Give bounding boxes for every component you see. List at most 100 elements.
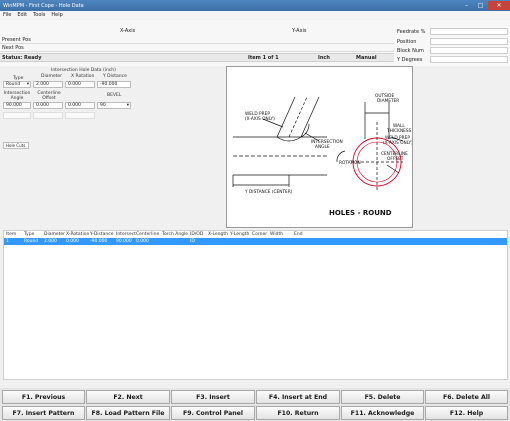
wall-thickness-label: WALL THICKNESS	[386, 123, 412, 134]
f5-delete-button[interactable]: F5. Delete	[341, 390, 424, 404]
intersection-angle-value: 90.000	[6, 103, 22, 108]
window-title: WinMPM - First Cope - Hole Data	[3, 2, 84, 9]
x-rotation-label: X Rotation	[71, 74, 95, 79]
y-distance-label: Y Distance	[103, 74, 127, 79]
centerline-offset-drawing-label: CENTERLINE OFFSET	[381, 151, 408, 162]
table-header: Item Type Diameter X-Rotation Y-Distance Inte…	[4, 231, 507, 238]
position-label: Position	[397, 39, 417, 45]
status-text: Status: Ready	[2, 55, 42, 61]
bevel-select[interactable]: 90 ▾	[97, 102, 131, 109]
table-cell: Round	[24, 239, 39, 244]
f10-return-button[interactable]: F10. Return	[256, 406, 340, 420]
type-select[interactable]: Round ▾	[3, 81, 31, 88]
hole-data-panel: Intersection Hole Data (inch) Type Diame…	[3, 66, 223, 226]
f12-help-button[interactable]: F12. Help	[425, 406, 508, 420]
menu-bar: File Edit Tools Help	[0, 11, 510, 19]
faded-input-1	[3, 112, 31, 119]
diameter-input[interactable]: 2.000	[33, 81, 63, 88]
window-controls: – □ ✕	[459, 0, 510, 11]
y-distance-value: -90.000	[100, 82, 118, 87]
column-header[interactable]: Diameter	[44, 232, 65, 237]
column-header[interactable]: Y-Length	[230, 232, 249, 237]
intersection-angle-drawing-label: INTERSECTION ANGLE	[311, 139, 343, 150]
column-header[interactable]: ID/OD	[190, 232, 203, 237]
group-title: Intersection Hole Data (inch)	[51, 68, 116, 73]
x-rotation-input[interactable]: 0.000	[65, 81, 95, 88]
f3-insert-button[interactable]: F3. Insert	[171, 390, 255, 404]
position-field	[430, 38, 508, 45]
present-pos-row: Present Pos	[0, 36, 394, 44]
hole-cuts-label: Hole Cuts	[6, 143, 26, 148]
column-header[interactable]: Y-Distance	[90, 232, 114, 237]
diameter-value: 2.000	[36, 82, 49, 87]
next-pos-label: Next Pos	[2, 45, 24, 51]
feedrate-field	[430, 28, 508, 35]
f1-previous-button[interactable]: F1. Previous	[2, 390, 85, 404]
status-bar: Status: Ready Item 1 of 1 Inch Manual	[0, 53, 394, 62]
table-cell: 0.000	[66, 239, 79, 244]
present-pos-label: Present Pos	[2, 37, 31, 43]
column-header[interactable]: End	[294, 232, 303, 237]
block-num-label: Block Num	[397, 48, 424, 54]
menu-edit[interactable]: Edit	[17, 12, 27, 18]
bevel-value: 90	[100, 103, 106, 108]
menu-help[interactable]: Help	[51, 12, 62, 18]
hole-diagram: WELD PREP (X-AXIS ONLY) INTERSECTION ANGLE…	[226, 66, 413, 228]
table-row[interactable]: 1 Round 2.000 0.000 -90.000 90.000 0.000 ID	[4, 238, 507, 245]
intersection-angle-input[interactable]: 90.000	[3, 102, 31, 109]
f9-control-panel-button[interactable]: F9. Control Panel	[171, 406, 255, 420]
chevron-down-icon: ▾	[26, 82, 29, 87]
column-header[interactable]: Type	[24, 232, 34, 237]
f8-load-pattern-file-button[interactable]: F8. Load Pattern File	[86, 406, 170, 420]
table-cell: 90.000	[116, 239, 132, 244]
f4-insert-at-end-button[interactable]: F4. Insert at End	[256, 390, 340, 404]
y-degrees-field	[430, 56, 508, 63]
close-icon[interactable]: ✕	[488, 1, 510, 10]
block-num-field	[430, 47, 508, 54]
feedrate-label: Feedrate %	[397, 29, 426, 35]
units-text: Inch	[318, 55, 330, 61]
column-header[interactable]: Intersect	[116, 232, 136, 237]
menu-file[interactable]: File	[3, 12, 11, 18]
table-cell: ID	[190, 239, 195, 244]
bevel-label: BEVEL	[107, 93, 122, 98]
table-body: 1 Round 2.000 0.000 -90.000 90.000 0.000 ID	[4, 238, 507, 245]
f7-insert-pattern-button[interactable]: F7. Insert Pattern	[2, 406, 85, 420]
chevron-down-icon: ▾	[126, 103, 129, 108]
faded-input-2	[33, 112, 63, 119]
intersection-angle-label: Intersection Angle	[3, 91, 31, 101]
table-cell: 1	[6, 239, 9, 244]
menu-tools[interactable]: Tools	[33, 12, 45, 18]
column-header[interactable]: Width	[270, 232, 283, 237]
f11-acknowledge-button[interactable]: F11. Acknowledge	[341, 406, 424, 420]
round-hole-drawing: WELD PREP (X-AXIS ONLY) INTERSECTION ANGLE…	[232, 93, 412, 217]
outside-diameter-label: OUTSIDE DIAMETER	[375, 93, 399, 104]
f2-next-button[interactable]: F2. Next	[86, 390, 170, 404]
column-header[interactable]: Item	[6, 232, 16, 237]
column-header[interactable]: Corner	[252, 232, 267, 237]
column-header[interactable]: X-Rotation	[66, 232, 89, 237]
y-axis-label: Y-Axis	[292, 28, 307, 34]
table-cell: 2.000	[44, 239, 57, 244]
col5-input[interactable]: 0.000	[65, 102, 95, 109]
item-counter: Item 1 of 1	[248, 55, 279, 61]
centerline-offset-value: 0.000	[36, 103, 49, 108]
column-header[interactable]: X-Length	[208, 232, 228, 237]
centerline-offset-label: Centerline Offset	[37, 91, 61, 101]
f6-delete-all-button[interactable]: F6. Delete All	[425, 390, 508, 404]
y-distance-input[interactable]: -90.000	[97, 81, 131, 88]
hole-cuts-field[interactable]: Hole Cuts	[3, 142, 29, 149]
hole-table[interactable]: Item Type Diameter X-Rotation Y-Distance Inte…	[3, 230, 508, 380]
minimize-icon[interactable]: –	[460, 1, 473, 10]
weld-prep-left-label: WELD PREP (X-AXIS ONLY)	[245, 111, 275, 122]
centerline-offset-input[interactable]: 0.000	[33, 102, 63, 109]
maximize-icon[interactable]: □	[474, 1, 487, 10]
column-header[interactable]: Torch Angle	[162, 232, 188, 237]
diameter-label: Diameter	[41, 74, 63, 79]
diagram-caption: HOLES - ROUND	[329, 209, 392, 217]
next-pos-row: Next Pos	[0, 44, 394, 52]
title-bar: WinMPM - First Cope - Hole Data – □ ✕	[0, 0, 510, 11]
x-rotation-value: 0.000	[68, 82, 81, 87]
col5-value: 0.000	[68, 103, 81, 108]
column-header[interactable]: Centerline	[136, 232, 159, 237]
